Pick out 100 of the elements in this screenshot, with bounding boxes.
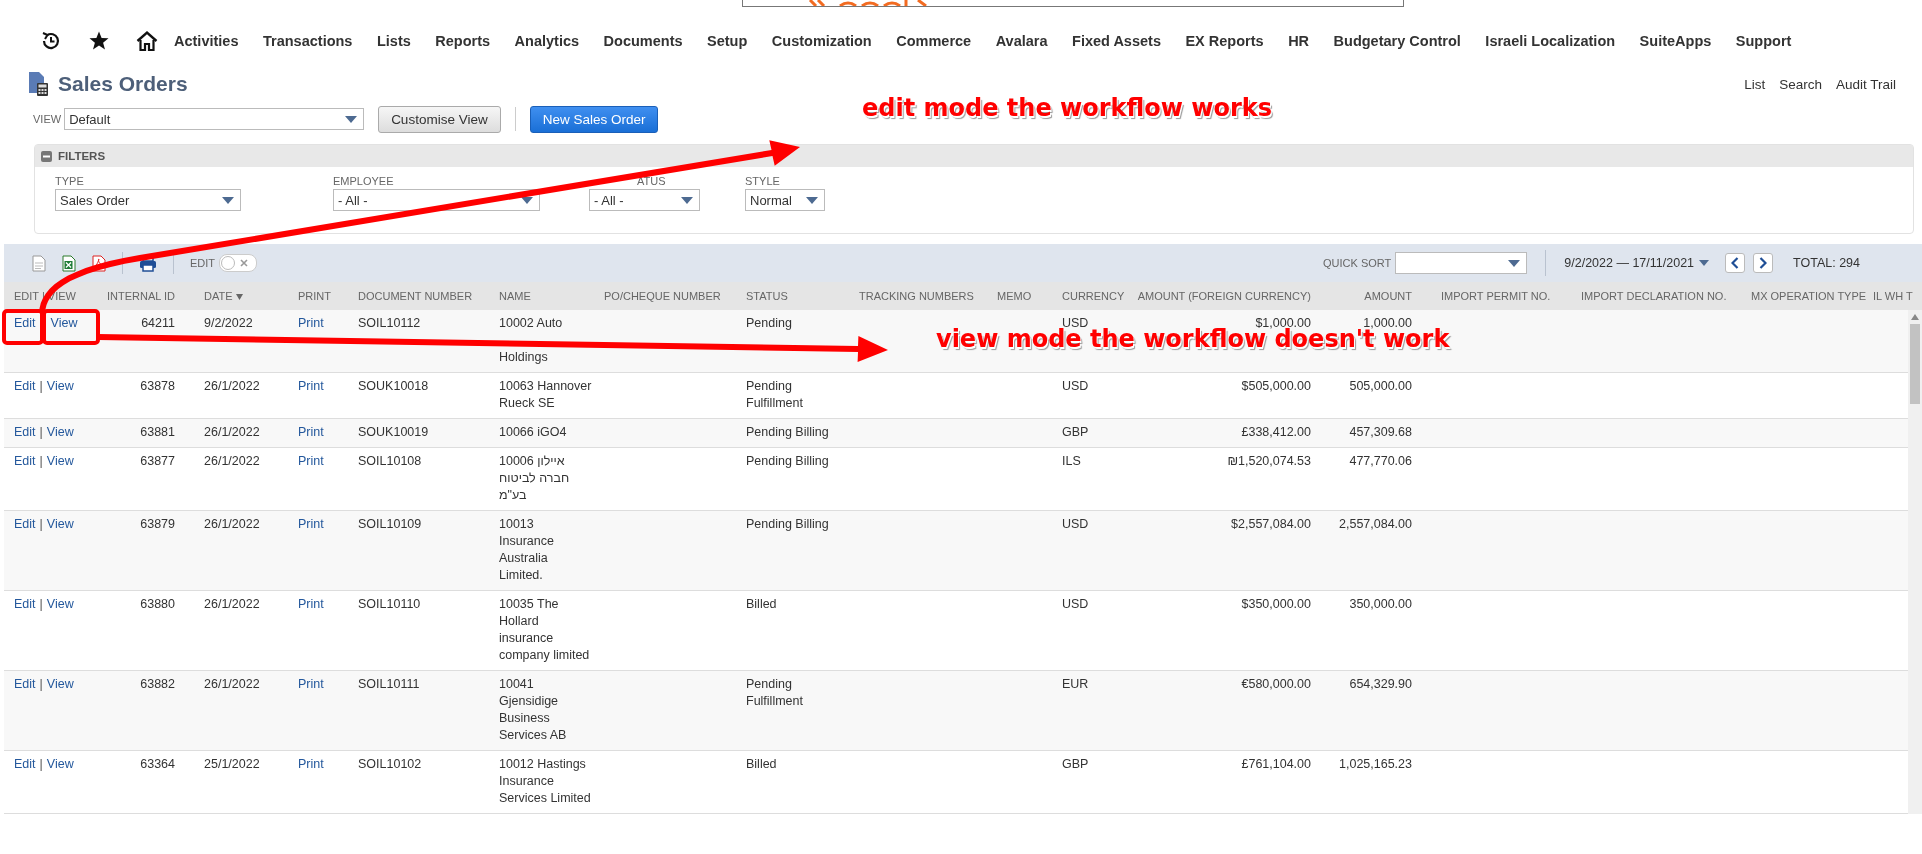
table-cell: SOIL10109 xyxy=(358,516,422,533)
table-cell: Billed xyxy=(746,596,777,613)
column-header[interactable]: AMOUNT xyxy=(1316,290,1417,302)
column-header[interactable]: DATE xyxy=(194,290,294,302)
filter-select[interactable]: Sales Order xyxy=(55,189,241,211)
view-link[interactable]: View xyxy=(50,315,78,332)
table-cell: EUR xyxy=(1062,676,1089,693)
new-record-button[interactable]: New Sales Order xyxy=(529,105,659,133)
edit-link[interactable]: Edit xyxy=(14,378,36,395)
view-link[interactable]: View xyxy=(46,378,74,395)
column-header[interactable]: STATUS xyxy=(742,290,855,302)
history-icon[interactable] xyxy=(40,30,62,52)
next-page-button[interactable] xyxy=(1753,253,1774,273)
header-link[interactable]: Audit Trail xyxy=(1835,76,1896,92)
sort-descending-icon xyxy=(235,294,243,300)
table-cell: $2,557,084.00 xyxy=(1231,516,1311,533)
nav-menu-item[interactable]: Documents xyxy=(603,33,683,49)
previous-page-button[interactable] xyxy=(1725,253,1746,273)
edit-link[interactable]: Edit xyxy=(14,596,36,613)
table-cell: SOIL10110 xyxy=(358,596,421,613)
print-link[interactable]: Print xyxy=(298,596,324,613)
column-header[interactable]: NAME xyxy=(495,290,600,302)
print-link[interactable]: Print xyxy=(298,516,324,533)
edit-link[interactable]: Edit xyxy=(14,424,36,441)
nav-menu-item[interactable]: Commerce xyxy=(896,33,972,49)
nav-menu-item[interactable]: Support xyxy=(1735,33,1792,49)
edit-link[interactable]: Edit xyxy=(14,453,36,470)
star-icon[interactable] xyxy=(88,30,110,52)
scrollbar-thumb[interactable] xyxy=(1910,324,1920,404)
table-cell: 350,000.00 xyxy=(1349,596,1412,613)
edit-link[interactable]: Edit xyxy=(14,756,36,773)
nav-menu-item[interactable]: Analytics xyxy=(514,33,580,49)
quick-sort-label: QUICK SORT xyxy=(1323,257,1392,269)
table-cell: 26/1/2022 xyxy=(204,516,260,533)
table-cell: 63877 xyxy=(140,453,175,470)
print-link[interactable]: Print xyxy=(298,424,324,441)
header-link[interactable]: List xyxy=(1744,76,1766,92)
nav-menu-item[interactable]: Transactions xyxy=(263,33,353,49)
view-link[interactable]: View xyxy=(46,453,74,470)
print-link[interactable]: Print xyxy=(298,676,324,693)
table-cell: SOIL10111 xyxy=(358,676,420,693)
view-link[interactable]: View xyxy=(46,596,74,613)
customise-view-button[interactable]: Customise View xyxy=(378,105,501,133)
view-link[interactable]: View xyxy=(46,424,74,441)
highlight-box xyxy=(2,309,44,345)
nav-menu-item[interactable]: Fixed Assets xyxy=(1072,33,1161,49)
nav-menu-item[interactable]: Budgetary Control xyxy=(1333,33,1461,49)
column-header[interactable]: IMPORT PERMIT NO. xyxy=(1417,290,1557,302)
nav-menu-item[interactable]: Avalara xyxy=(995,33,1048,49)
chevron-right-icon xyxy=(1759,257,1768,269)
spreadsheet-icon[interactable] xyxy=(62,254,76,272)
filters-heading: FILTERS xyxy=(58,150,106,162)
nav-menu-item[interactable]: Setup xyxy=(707,33,748,49)
header-link[interactable]: Search xyxy=(1779,76,1822,92)
column-header[interactable]: MEMO xyxy=(993,290,1058,302)
table-cell-text: 10006 איילון חברה לביטוח בע"מ xyxy=(499,453,571,504)
nav-menu-item[interactable]: Customization xyxy=(771,33,872,49)
nav-menu-item[interactable]: Reports xyxy=(435,33,491,49)
edit-link[interactable]: Edit xyxy=(14,315,36,332)
table-cell: 26/1/2022 xyxy=(204,378,260,395)
view-link[interactable]: View xyxy=(46,676,74,693)
view-link[interactable]: View xyxy=(46,516,74,533)
print-link[interactable]: Print xyxy=(298,756,324,773)
edit-link[interactable]: Edit xyxy=(14,676,36,693)
nav-menu-item[interactable]: SuiteApps xyxy=(1639,33,1712,49)
column-header[interactable]: TRACKING NUMBERS xyxy=(855,290,993,302)
collapse-icon[interactable] xyxy=(41,150,52,162)
nav-menu-item[interactable]: Lists xyxy=(376,33,411,49)
column-header[interactable]: AMOUNT (FOREIGN CURRENCY) xyxy=(1128,290,1316,302)
table-cell-text: 10035 The Hollard insurance company limited xyxy=(499,596,591,664)
table-cell: Holdings xyxy=(499,349,548,366)
date-range-selector[interactable]: 9/2/2022 — 17/11/2021 xyxy=(1564,256,1710,270)
scrollbar[interactable] xyxy=(1908,310,1922,814)
filter-select[interactable]: - All - xyxy=(589,189,700,211)
view-select[interactable]: Default xyxy=(64,108,365,130)
edit-link[interactable]: Edit xyxy=(14,516,36,533)
print-link[interactable]: Print xyxy=(298,315,324,332)
home-icon[interactable] xyxy=(136,30,158,52)
link-separator: | xyxy=(39,378,43,395)
nav-menu-item[interactable]: Activities xyxy=(174,33,239,49)
column-header[interactable]: CURRENCY xyxy=(1058,290,1128,302)
column-header[interactable]: PRINT xyxy=(294,290,354,302)
nav-menu-item[interactable]: HR xyxy=(1288,33,1310,49)
scroll-up-icon[interactable] xyxy=(1911,314,1919,320)
filter-select[interactable]: Normal xyxy=(745,189,825,211)
nav-menu-item[interactable]: Israeli Localization xyxy=(1485,33,1616,49)
nav-menu-item[interactable]: EX Reports xyxy=(1185,33,1264,49)
view-link[interactable]: View xyxy=(46,756,74,773)
column-header[interactable]: IMPORT DECLARATION NO. xyxy=(1557,290,1727,302)
column-header[interactable]: DOCUMENT NUMBER xyxy=(354,290,495,302)
table-cell: 63882 xyxy=(140,676,175,693)
print-link[interactable]: Print xyxy=(298,378,324,395)
print-link[interactable]: Print xyxy=(298,453,324,470)
column-header[interactable]: PO/CHEQUE NUMBER xyxy=(600,290,742,302)
table-cell: 63881 xyxy=(140,424,175,441)
table-cell: 505,000.00 xyxy=(1349,378,1412,395)
column-header[interactable]: INTERNAL ID xyxy=(99,290,194,302)
edit-toggle[interactable] xyxy=(219,254,258,272)
caret-icon xyxy=(1508,259,1521,267)
table-cell: SOIL10112 xyxy=(358,315,421,332)
